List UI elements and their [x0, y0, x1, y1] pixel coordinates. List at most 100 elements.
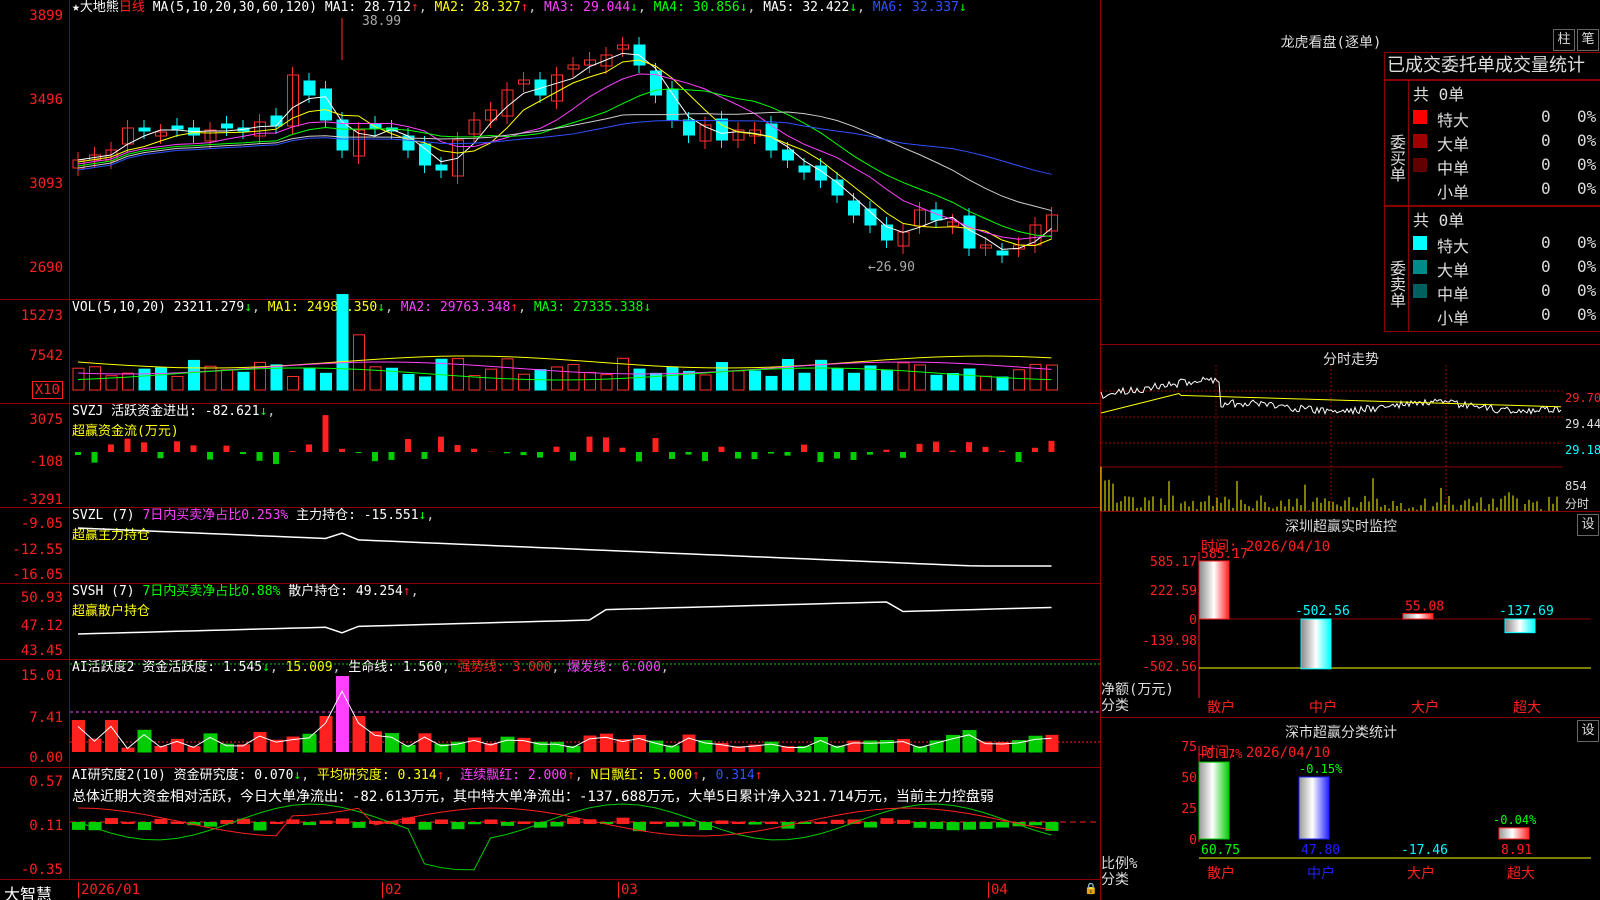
order-value: 0	[1541, 281, 1551, 300]
svzj-bar	[421, 452, 428, 459]
svzj-bar	[438, 436, 444, 452]
intraday-chart[interactable]	[1100, 345, 1563, 513]
sz-category: 超大	[1513, 700, 1541, 716]
svzj-bar	[916, 443, 923, 452]
svzj-bar	[999, 450, 1005, 452]
volume-bar	[188, 359, 200, 391]
color-swatch	[1413, 110, 1427, 124]
svzj-pane[interactable]: 3075 -108 -3291 SVZJ 活跃资金进出: -82.621↓, 超…	[0, 404, 1100, 508]
research-bar	[435, 819, 448, 824]
ai-research-chart[interactable]	[70, 768, 1100, 880]
volume-bar	[881, 369, 893, 391]
volume-y-axis: 15273 7542 X10	[0, 300, 70, 403]
volume-pane[interactable]: 15273 7542 X10 VOL(5,10,20) 23211.279↓, …	[0, 294, 1100, 404]
svzl-tick: -16.05	[12, 567, 63, 583]
svzj-bar	[273, 452, 279, 465]
svzj-bar	[174, 441, 180, 452]
svzj-bar	[784, 452, 791, 456]
svzj-tick: 3075	[29, 412, 63, 428]
intraday-vol: 854	[1565, 479, 1587, 493]
order-pct: 0%	[1577, 257, 1597, 276]
activity-bar	[764, 741, 779, 753]
ai-activity-chart[interactable]	[70, 660, 1100, 768]
research-bar	[715, 820, 729, 824]
ai-activity-pane[interactable]: 15.01 7.41 0.00 AI活跃度2 资金活跃度: 1.545↓, 15…	[0, 660, 1100, 768]
ma-line	[77, 52, 1052, 250]
activity-bar	[682, 734, 696, 752]
cls-bar	[1198, 761, 1230, 840]
svzj-bar	[1048, 440, 1055, 452]
volume-bar	[122, 372, 134, 391]
cls-top-label: +0.17%	[1199, 747, 1243, 761]
order-pct: 0%	[1577, 281, 1597, 300]
svzj-bar	[817, 452, 824, 463]
research-bar	[336, 818, 349, 824]
order-pct: 0%	[1577, 233, 1597, 252]
research-bar	[105, 818, 118, 824]
cls-category: 散户	[1207, 865, 1235, 882]
svzl-pane[interactable]: -9.05 -12.55 -16.05 SVZL (7) 7日内买卖净占比0.2…	[0, 508, 1100, 584]
svzj-bar	[652, 438, 659, 452]
research-bar	[946, 822, 960, 831]
activity-bar	[979, 741, 993, 752]
svzj-bar	[157, 452, 164, 459]
price-tick: 3496	[29, 92, 63, 108]
svsh-line	[77, 601, 1052, 635]
intraday-price-low: 29.18	[1565, 443, 1600, 457]
svzj-bar	[751, 452, 758, 460]
svzl-chart[interactable]	[70, 508, 1100, 584]
ai1-y-axis: 15.01 7.41 0.00	[0, 660, 70, 767]
cls-bottom-label: 60.75	[1201, 843, 1240, 858]
svzl-tick: -9.05	[20, 516, 63, 532]
svzj-bar	[91, 452, 98, 463]
svzj-bar	[801, 444, 807, 452]
candle-body	[171, 125, 184, 130]
order-type: 大单	[1437, 261, 1470, 280]
ma-line	[77, 88, 1052, 238]
svzj-bar	[289, 451, 296, 452]
svzj-bar	[553, 446, 560, 452]
activity-bar	[814, 736, 828, 753]
activity-bar	[352, 716, 366, 752]
volume-bar	[947, 373, 959, 391]
vol-tick: 15273	[20, 308, 63, 324]
cls-top-label: -0.04%	[1493, 813, 1537, 827]
svsh-chart[interactable]	[70, 584, 1100, 660]
volume-bar	[452, 358, 464, 391]
order-row: 小单 0 0%	[1385, 177, 1600, 202]
pen-view-button[interactable]: 笔	[1577, 29, 1599, 51]
order-row: 大单 0 0%	[1385, 255, 1600, 280]
research-bar	[748, 822, 762, 825]
ai1-tick: 15.01	[20, 668, 63, 684]
svzj-bar	[306, 444, 312, 452]
ai2-tick: 0.57	[29, 774, 63, 790]
lock-icon[interactable]: 🔒	[1084, 882, 1098, 895]
candlestick-chart[interactable]	[70, 0, 1100, 300]
order-pct: 0%	[1577, 305, 1597, 324]
color-swatch	[1413, 182, 1427, 196]
ai-research-pane[interactable]: 0.57 0.11 -0.35 AI研究度2(10) 资金研究度: 0.070↓…	[0, 768, 1100, 880]
volume-bar	[468, 375, 481, 391]
research-bar	[814, 821, 828, 824]
ai2-tick: 0.11	[29, 818, 63, 834]
svzj-bar	[586, 436, 593, 452]
svzj-tick: -108	[29, 454, 63, 470]
order-type: 特大	[1437, 111, 1470, 130]
research-bar	[649, 821, 663, 824]
research-bar	[204, 822, 217, 827]
intraday-panel[interactable]: 分时走势 29.70 29.44 29.18 854 分时	[1100, 344, 1600, 513]
svzj-bar	[223, 445, 230, 452]
ai2-y-axis: 0.57 0.11 -0.35	[0, 768, 70, 879]
volume-bar	[963, 368, 976, 391]
price-pane[interactable]: 3899 3496 3093 2690 ★大地熊日线 MA(5,10,20,30…	[0, 0, 1100, 300]
ma-line	[77, 59, 1052, 247]
sz-bar-label: 585.17	[1201, 547, 1248, 562]
svzj-chart[interactable]	[70, 404, 1100, 508]
activity-bar	[336, 676, 349, 752]
svzj-bar	[190, 445, 197, 452]
svsh-pane[interactable]: 50.93 47.12 43.45 SVSH (7) 7日内买卖净占比0.88%…	[0, 584, 1100, 660]
bar-view-button[interactable]: 柱	[1553, 29, 1575, 51]
svzj-bar	[933, 441, 939, 452]
volume-chart[interactable]	[70, 294, 1100, 404]
order-type: 中单	[1437, 159, 1470, 178]
